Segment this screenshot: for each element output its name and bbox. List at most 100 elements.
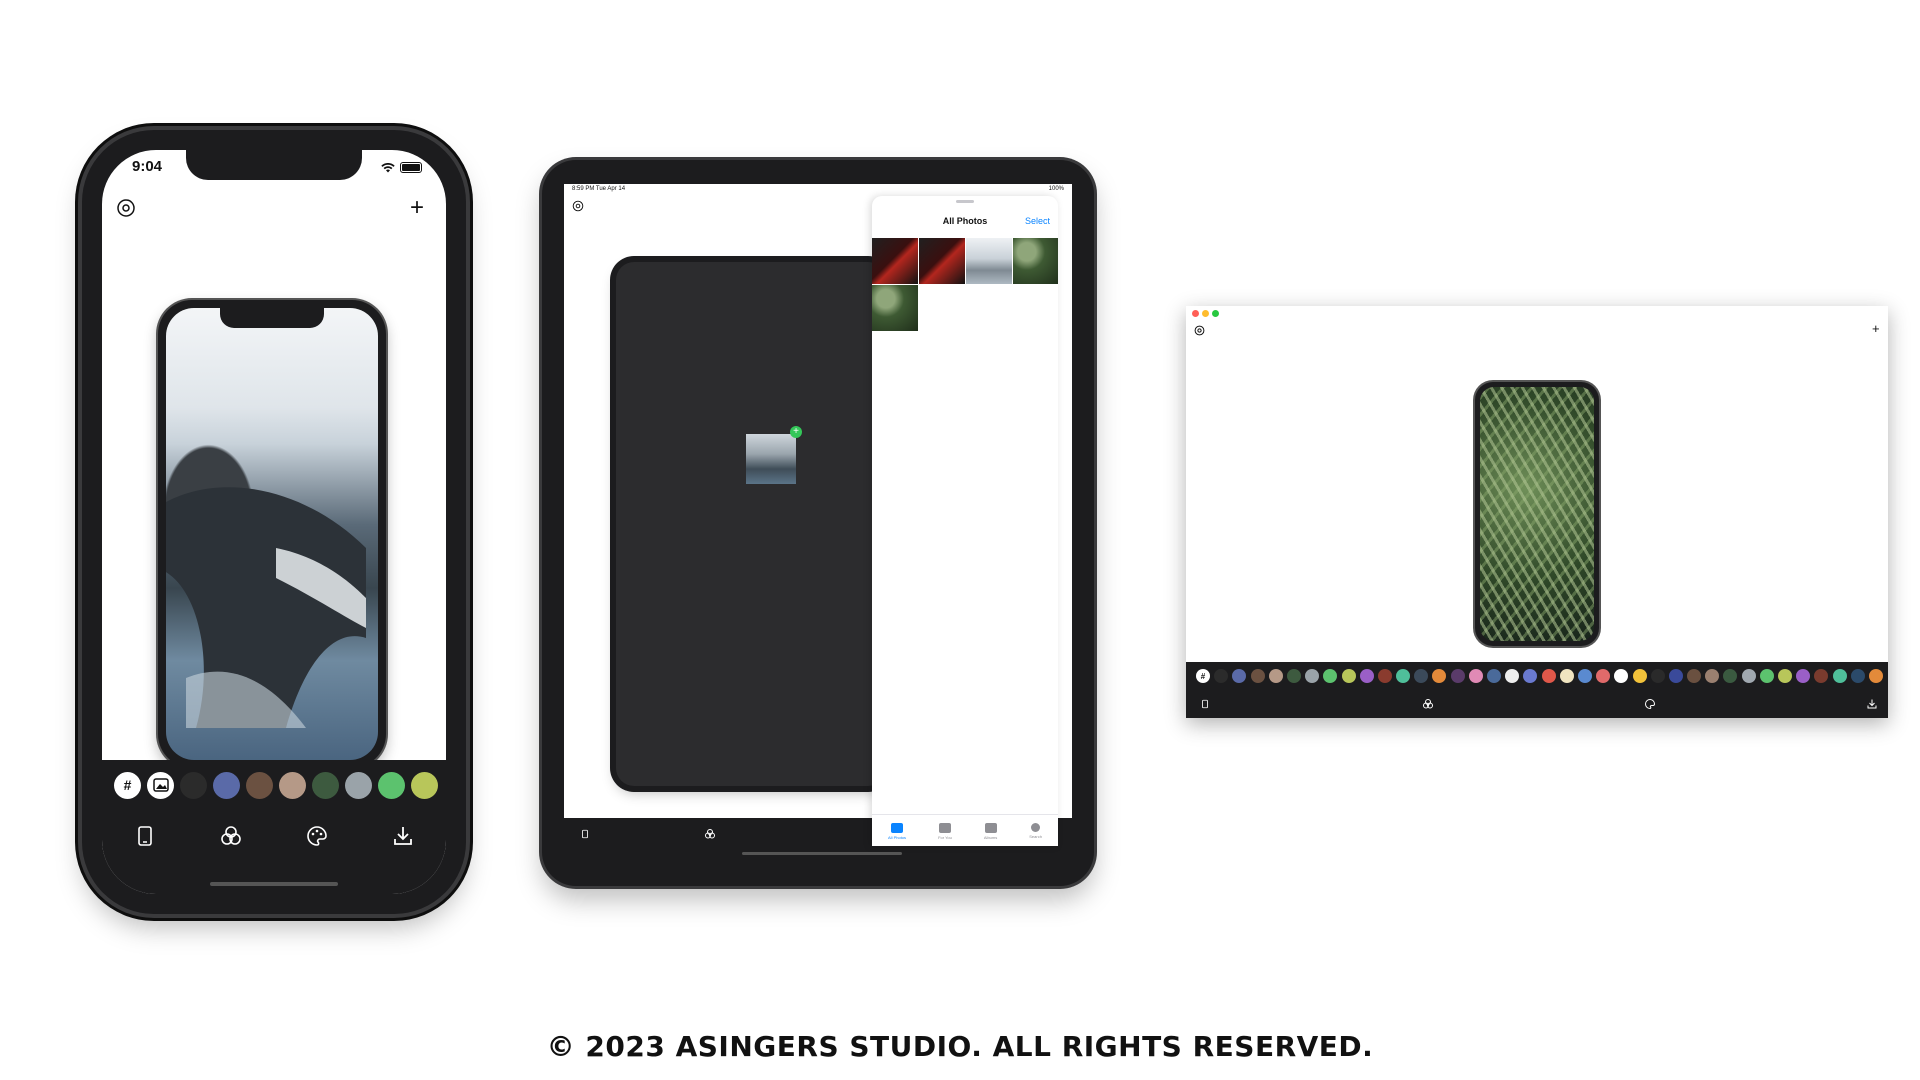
home-indicator xyxy=(210,882,338,886)
download-icon[interactable] xyxy=(1866,698,1878,710)
device-icon[interactable] xyxy=(133,824,157,848)
plus-icon: + xyxy=(410,194,425,221)
for-you-icon xyxy=(938,822,951,833)
color-swatch[interactable] xyxy=(1650,669,1665,683)
whale-image xyxy=(166,487,366,728)
notch xyxy=(186,150,362,180)
wallpaper-preview xyxy=(1480,387,1594,641)
color-swatch[interactable] xyxy=(1323,669,1338,683)
status-battery: 100% xyxy=(1048,186,1064,192)
color-swatch[interactable] xyxy=(213,771,240,799)
wallpaper-preview xyxy=(166,308,378,760)
filters-icon[interactable] xyxy=(1422,698,1434,710)
color-palette: # xyxy=(1186,662,1888,690)
color-swatch[interactable] xyxy=(1741,669,1756,683)
device-icon[interactable] xyxy=(1200,698,1210,710)
color-swatch[interactable] xyxy=(246,771,273,799)
color-swatch[interactable] xyxy=(1832,669,1847,683)
color-swatch[interactable] xyxy=(1450,669,1465,683)
color-swatch[interactable] xyxy=(1232,669,1247,683)
filters-icon[interactable] xyxy=(219,824,243,848)
color-swatch[interactable] xyxy=(180,771,207,799)
color-swatch[interactable] xyxy=(312,771,339,799)
zoom-window-button[interactable] xyxy=(1212,310,1219,317)
palette-icon[interactable] xyxy=(305,824,329,848)
tab-all-photos[interactable]: All Photos xyxy=(888,822,906,840)
photo-thumbnail[interactable] xyxy=(919,238,965,284)
color-swatch[interactable] xyxy=(1286,669,1301,683)
color-swatch[interactable] xyxy=(1596,669,1611,683)
color-swatch[interactable] xyxy=(279,771,306,799)
preview-tablet xyxy=(616,262,886,786)
color-swatch[interactable] xyxy=(1541,669,1556,683)
filters-icon[interactable] xyxy=(704,828,716,840)
search-icon xyxy=(1031,823,1041,832)
bottom-toolbar xyxy=(1186,690,1888,718)
tab-albums[interactable]: Albums xyxy=(984,822,997,840)
color-swatch[interactable] xyxy=(1614,669,1629,683)
photo-thumbnail[interactable] xyxy=(872,285,918,331)
hex-color-button[interactable]: # xyxy=(114,771,141,799)
color-swatch[interactable] xyxy=(1341,669,1356,683)
color-swatch[interactable] xyxy=(1705,669,1720,683)
gear-icon xyxy=(1194,325,1205,336)
color-swatch[interactable] xyxy=(1377,669,1392,683)
hex-color-button[interactable]: # xyxy=(1196,669,1210,683)
add-button[interactable]: + xyxy=(1872,321,1880,336)
color-swatch[interactable] xyxy=(1305,669,1320,683)
color-swatch[interactable] xyxy=(1668,669,1683,683)
photo-picker-button[interactable] xyxy=(147,771,174,799)
color-swatch[interactable] xyxy=(1359,669,1374,683)
selected-photo-thumbnail[interactable] xyxy=(746,434,796,484)
download-icon[interactable] xyxy=(391,824,415,848)
photo-thumbnail[interactable] xyxy=(966,238,1012,284)
palette-icon[interactable] xyxy=(1644,698,1656,710)
photo-thumbnail[interactable] xyxy=(1013,238,1058,284)
color-swatch[interactable] xyxy=(1632,669,1647,683)
preview-phone xyxy=(1475,382,1599,646)
settings-button[interactable] xyxy=(116,198,136,218)
color-swatch[interactable] xyxy=(1468,669,1483,683)
add-button[interactable]: + xyxy=(410,194,424,222)
color-swatch[interactable] xyxy=(1577,669,1592,683)
color-swatch[interactable] xyxy=(1796,669,1811,683)
battery-icon xyxy=(400,162,422,173)
color-swatch[interactable] xyxy=(1850,669,1865,683)
device-icon[interactable] xyxy=(580,828,590,840)
ipad-screen: 8:59 PM Tue Apr 14 100% + All Photos Sel… xyxy=(564,184,1072,862)
settings-button[interactable] xyxy=(572,200,584,212)
color-swatch[interactable] xyxy=(1487,669,1501,683)
tab-for-you[interactable]: For You xyxy=(938,822,952,840)
ipad-mockup: 8:59 PM Tue Apr 14 100% + All Photos Sel… xyxy=(542,160,1094,886)
add-badge-icon: + xyxy=(790,426,802,438)
color-swatch[interactable] xyxy=(1687,669,1702,683)
color-swatch[interactable] xyxy=(1396,669,1411,683)
photo-thumbnail[interactable] xyxy=(872,238,918,284)
color-swatch[interactable] xyxy=(1523,669,1538,683)
color-swatch[interactable] xyxy=(1814,669,1829,683)
color-swatch[interactable] xyxy=(1559,669,1574,683)
preview-phone xyxy=(158,300,386,768)
color-swatch[interactable] xyxy=(411,771,438,799)
color-swatch[interactable] xyxy=(1778,669,1792,683)
select-button[interactable]: Select xyxy=(1025,216,1050,226)
photo-icon xyxy=(152,778,169,792)
color-swatch[interactable] xyxy=(378,771,405,799)
color-swatch[interactable] xyxy=(345,771,372,799)
sheet-grabber[interactable] xyxy=(956,200,974,203)
settings-button[interactable] xyxy=(1194,325,1205,336)
color-swatch[interactable] xyxy=(1214,669,1229,683)
plus-icon: + xyxy=(1872,321,1880,336)
close-window-button[interactable] xyxy=(1192,310,1199,317)
color-swatch[interactable] xyxy=(1268,669,1283,683)
color-swatch[interactable] xyxy=(1868,669,1883,683)
color-swatch[interactable] xyxy=(1723,669,1738,683)
color-swatch[interactable] xyxy=(1759,669,1774,683)
color-swatch[interactable] xyxy=(1505,669,1520,683)
minimize-window-button[interactable] xyxy=(1202,310,1209,317)
color-swatch[interactable] xyxy=(1432,669,1447,683)
tab-search[interactable]: Search xyxy=(1029,823,1042,839)
home-indicator xyxy=(742,852,902,855)
color-swatch[interactable] xyxy=(1414,669,1429,683)
color-swatch[interactable] xyxy=(1250,669,1265,683)
